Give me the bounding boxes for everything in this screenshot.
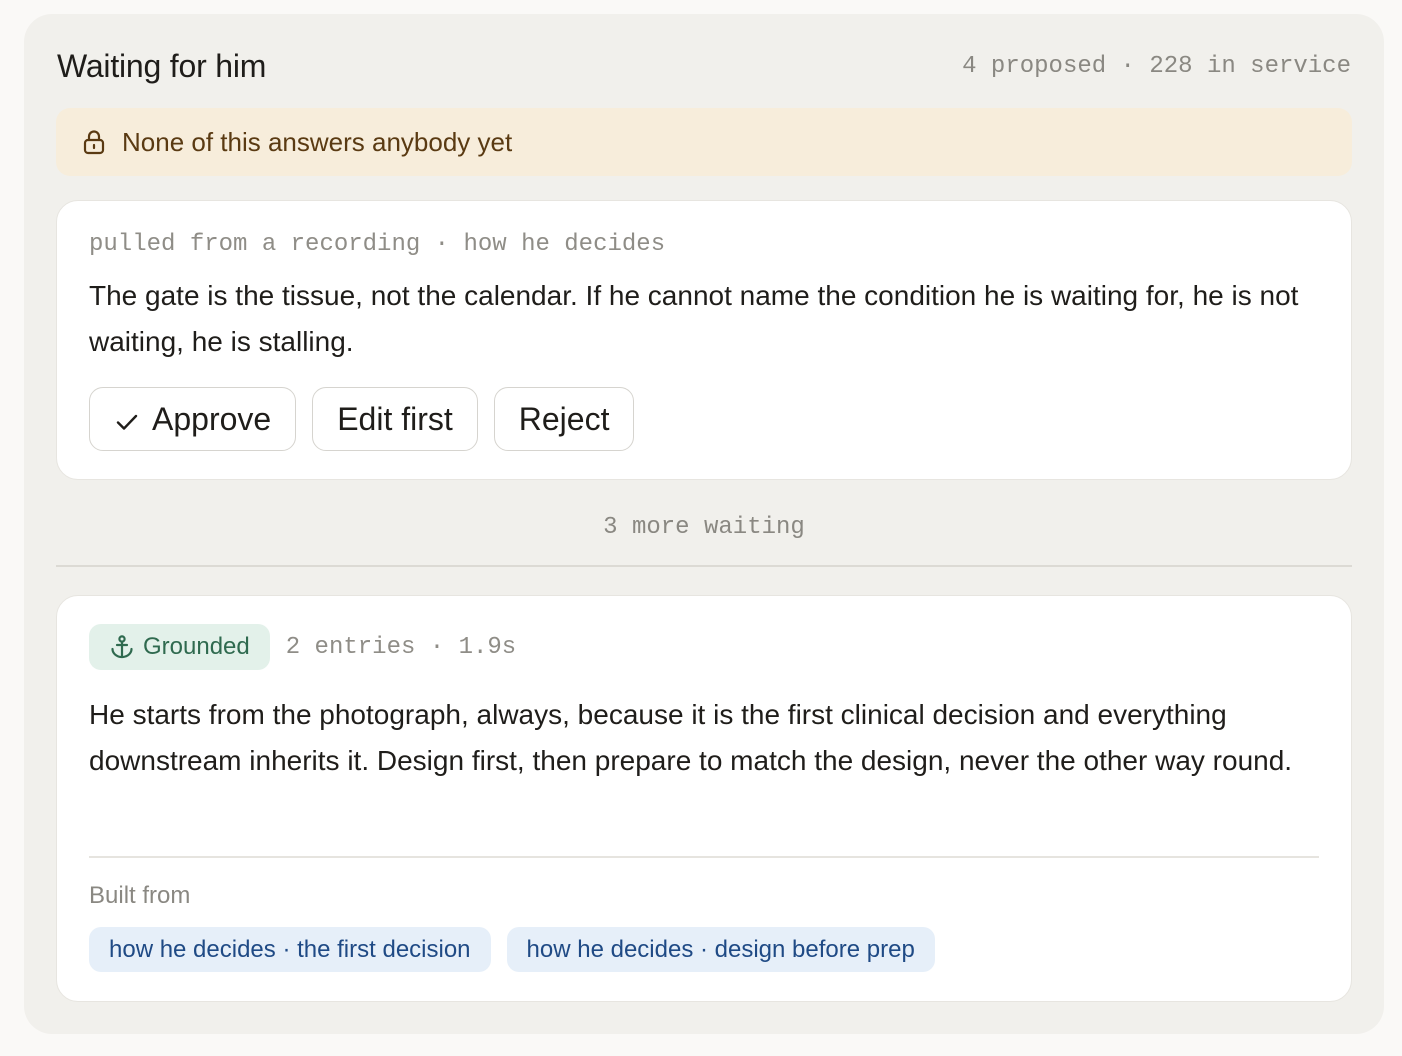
panel-header: Waiting for him 4 proposed · 228 in serv… [57,44,1351,88]
check-icon [116,414,138,430]
built-from-label: Built from [89,882,191,909]
review-panel: Waiting for him 4 proposed · 228 in serv… [24,14,1384,1034]
answer-divider [89,856,1319,858]
answer-meta: 2 entries · 1.9s [285,633,517,661]
panel-title: Waiting for him [57,47,267,84]
grounded-badge: Grounded [89,624,270,670]
grounded-label: Grounded [143,633,250,660]
notice-banner: None of this answers anybody yet [56,108,1352,176]
answer-card: Grounded 2 entries · 1.9s He starts from… [56,595,1352,1002]
more-waiting-toggle[interactable]: 3 more waiting [56,514,1352,541]
source-chip[interactable]: how he decides · the first decision [89,927,491,972]
proposal-counts: 4 proposed · 228 in service [962,52,1351,80]
answer-meta-row: Grounded 2 entries · 1.9s [89,624,516,670]
approve-button[interactable]: Approve [89,387,297,451]
proposal-card: pulled from a recording · how he decides… [56,200,1352,480]
notice-text: None of this answers anybody yet [122,126,513,157]
proposal-text: The gate is the tissue, not the calendar… [89,280,1299,357]
proposal-source-meta: pulled from a recording · how he decides [89,231,666,258]
proposal-actions: Approve Edit first Reject [89,387,635,451]
reject-label: Reject [518,400,610,437]
edit-first-label: Edit first [337,400,453,437]
approve-label: Approve [152,400,272,437]
lock-icon [82,128,106,156]
source-chip[interactable]: how he decides · design before prep [506,927,935,972]
section-divider [56,565,1352,567]
source-chip-list: how he decides · the first decision how … [89,927,935,972]
anchor-icon [111,635,133,659]
edit-first-button[interactable]: Edit first [312,387,478,451]
answer-text: He starts from the photograph, always, b… [89,699,1293,776]
reject-button[interactable]: Reject [493,387,635,451]
